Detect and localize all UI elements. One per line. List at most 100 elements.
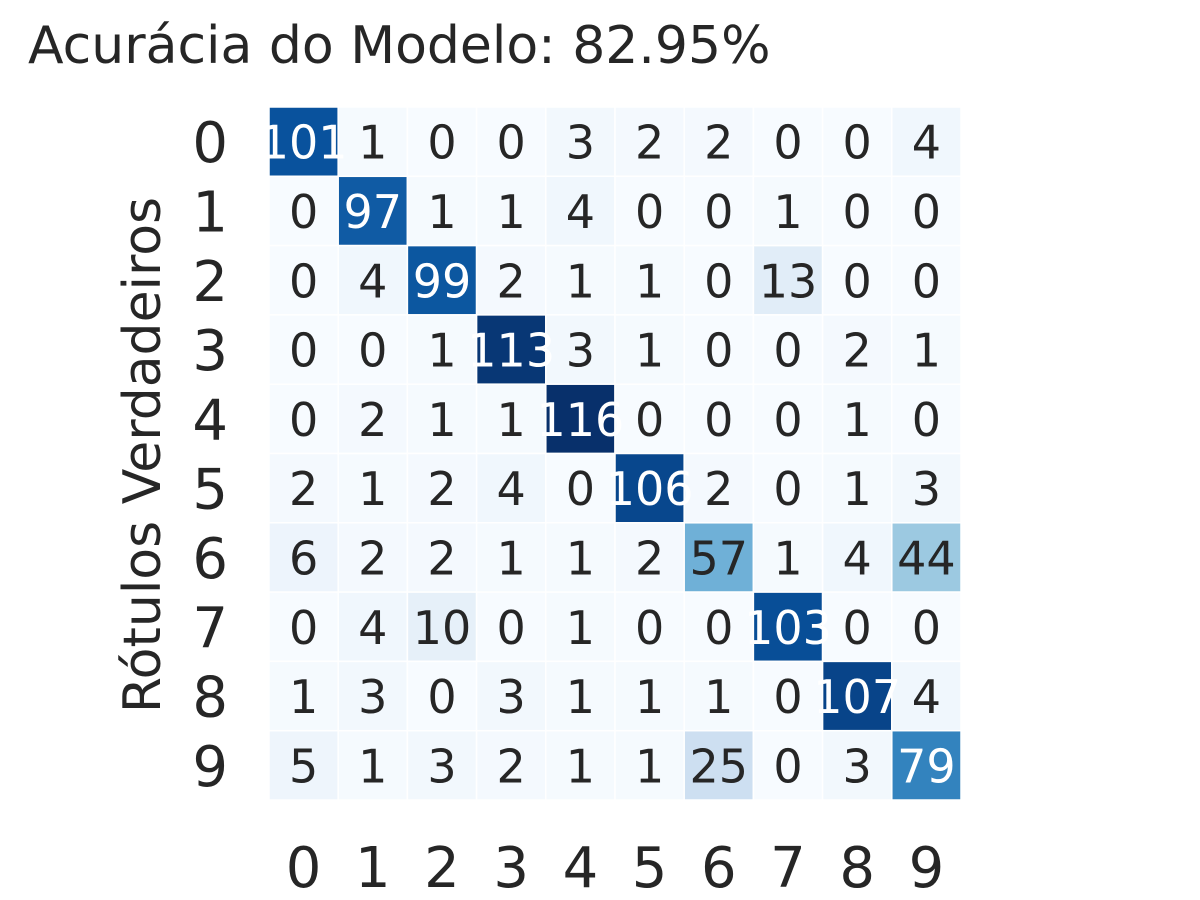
cell-value-label: 25 bbox=[690, 739, 749, 793]
cell-value-label: 0 bbox=[912, 393, 941, 447]
cell-value-label: 13 bbox=[759, 254, 818, 308]
cell-value-label: 0 bbox=[358, 324, 387, 378]
cell-value-label: 57 bbox=[690, 531, 749, 585]
cell-value-label: 1 bbox=[635, 324, 664, 378]
cell-value-label: 3 bbox=[912, 462, 941, 516]
cell-value-label: 4 bbox=[912, 670, 941, 724]
x-tick-label: 4 bbox=[563, 836, 599, 900]
cell-value-label: 1 bbox=[427, 324, 456, 378]
y-tick-label: 1 bbox=[192, 180, 228, 245]
cell-value-label: 3 bbox=[843, 739, 872, 793]
cell-value-label: 6 bbox=[289, 531, 318, 585]
cell-value-label: 0 bbox=[773, 462, 802, 516]
cell-value-label: 0 bbox=[635, 185, 664, 239]
cell-value-label: 2 bbox=[289, 462, 318, 516]
y-tick-label: 3 bbox=[192, 319, 228, 384]
cell-value-label: 0 bbox=[635, 601, 664, 655]
cell-value-label: 107 bbox=[813, 670, 901, 724]
x-tick-label: 9 bbox=[909, 836, 945, 900]
cell-value-label: 1 bbox=[566, 739, 595, 793]
cell-value-label: 1 bbox=[773, 185, 802, 239]
cell-value-label: 103 bbox=[744, 601, 832, 655]
cell-value-label: 2 bbox=[497, 254, 526, 308]
cell-value-label: 0 bbox=[843, 254, 872, 308]
cell-value-label: 1 bbox=[497, 185, 526, 239]
confusion-matrix-chart: Acurácia do Modelo: 82.95% Rótulos Verda… bbox=[28, 16, 962, 900]
cell-value-label: 0 bbox=[289, 393, 318, 447]
cell-value-label: 2 bbox=[704, 462, 733, 516]
cell-value-label: 10 bbox=[413, 601, 472, 655]
cell-value-label: 0 bbox=[704, 185, 733, 239]
cell-value-label: 4 bbox=[843, 531, 872, 585]
cell-value-label: 1 bbox=[912, 324, 941, 378]
cell-value-label: 1 bbox=[289, 670, 318, 724]
cell-value-label: 1 bbox=[843, 462, 872, 516]
y-axis-label: Rótulos Verdadeiros bbox=[113, 197, 173, 713]
cell-value-label: 79 bbox=[897, 739, 956, 793]
cell-value-label: 0 bbox=[289, 601, 318, 655]
cell-value-label: 0 bbox=[773, 324, 802, 378]
cell-value-label: 0 bbox=[773, 393, 802, 447]
cell-value-label: 0 bbox=[704, 324, 733, 378]
cell-value-label: 2 bbox=[497, 739, 526, 793]
cell-value-label: 0 bbox=[912, 601, 941, 655]
cell-value-label: 1 bbox=[635, 670, 664, 724]
cell-value-label: 0 bbox=[427, 116, 456, 170]
cell-value-label: 0 bbox=[427, 670, 456, 724]
x-tick-label: 2 bbox=[424, 836, 460, 900]
cell-value-label: 0 bbox=[704, 254, 733, 308]
cell-value-label: 2 bbox=[427, 462, 456, 516]
chart-title: Acurácia do Modelo: 82.95% bbox=[28, 16, 771, 76]
cell-value-label: 2 bbox=[704, 116, 733, 170]
cell-value-label: 1 bbox=[773, 531, 802, 585]
cell-value-label: 101 bbox=[260, 116, 348, 170]
x-tick-label: 3 bbox=[493, 836, 529, 900]
cell-value-label: 1 bbox=[358, 116, 387, 170]
cell-value-label: 1 bbox=[427, 393, 456, 447]
cell-value-label: 0 bbox=[289, 254, 318, 308]
cell-value-label: 2 bbox=[358, 393, 387, 447]
y-tick-labels: 0123456789 bbox=[192, 111, 228, 800]
y-tick-label: 6 bbox=[192, 527, 228, 592]
cell-value-label: 99 bbox=[413, 254, 472, 308]
cell-value-label: 0 bbox=[497, 116, 526, 170]
cell-value-label: 0 bbox=[289, 185, 318, 239]
cell-value-label: 0 bbox=[843, 185, 872, 239]
y-tick-label: 7 bbox=[192, 596, 228, 661]
cell-value-label: 4 bbox=[912, 116, 941, 170]
cell-value-label: 1 bbox=[566, 601, 595, 655]
cell-value-label: 0 bbox=[773, 739, 802, 793]
cell-value-label: 0 bbox=[912, 254, 941, 308]
cell-value-label: 116 bbox=[536, 393, 624, 447]
x-tick-label: 5 bbox=[632, 836, 668, 900]
cell-value-label: 106 bbox=[606, 462, 694, 516]
cell-value-label: 1 bbox=[358, 739, 387, 793]
cell-value-label: 4 bbox=[497, 462, 526, 516]
cell-value-label: 3 bbox=[358, 670, 387, 724]
cell-value-label: 3 bbox=[427, 739, 456, 793]
cell-value-label: 113 bbox=[467, 324, 555, 378]
cell-value-label: 3 bbox=[566, 116, 595, 170]
y-tick-label: 9 bbox=[192, 735, 228, 800]
cell-value-label: 1 bbox=[566, 531, 595, 585]
cell-value-label: 2 bbox=[427, 531, 456, 585]
cell-value-label: 1 bbox=[635, 739, 664, 793]
cell-value-label: 0 bbox=[566, 462, 595, 516]
cell-value-label: 44 bbox=[897, 531, 956, 585]
x-tick-labels: 0123456789 bbox=[286, 836, 944, 900]
cell-value-label: 2 bbox=[635, 531, 664, 585]
cell-value-label: 0 bbox=[773, 116, 802, 170]
x-tick-label: 1 bbox=[355, 836, 391, 900]
cell-value-label: 3 bbox=[566, 324, 595, 378]
cell-value-label: 1 bbox=[843, 393, 872, 447]
x-tick-label: 8 bbox=[839, 836, 875, 900]
cell-value-label: 1 bbox=[358, 462, 387, 516]
y-tick-label: 4 bbox=[192, 388, 228, 453]
cell-value-label: 0 bbox=[843, 116, 872, 170]
cell-value-label: 0 bbox=[497, 601, 526, 655]
cell-value-label: 4 bbox=[566, 185, 595, 239]
y-tick-label: 0 bbox=[192, 111, 228, 176]
cell-value-label: 2 bbox=[843, 324, 872, 378]
y-tick-label: 2 bbox=[192, 250, 228, 315]
y-tick-label: 5 bbox=[192, 458, 228, 523]
